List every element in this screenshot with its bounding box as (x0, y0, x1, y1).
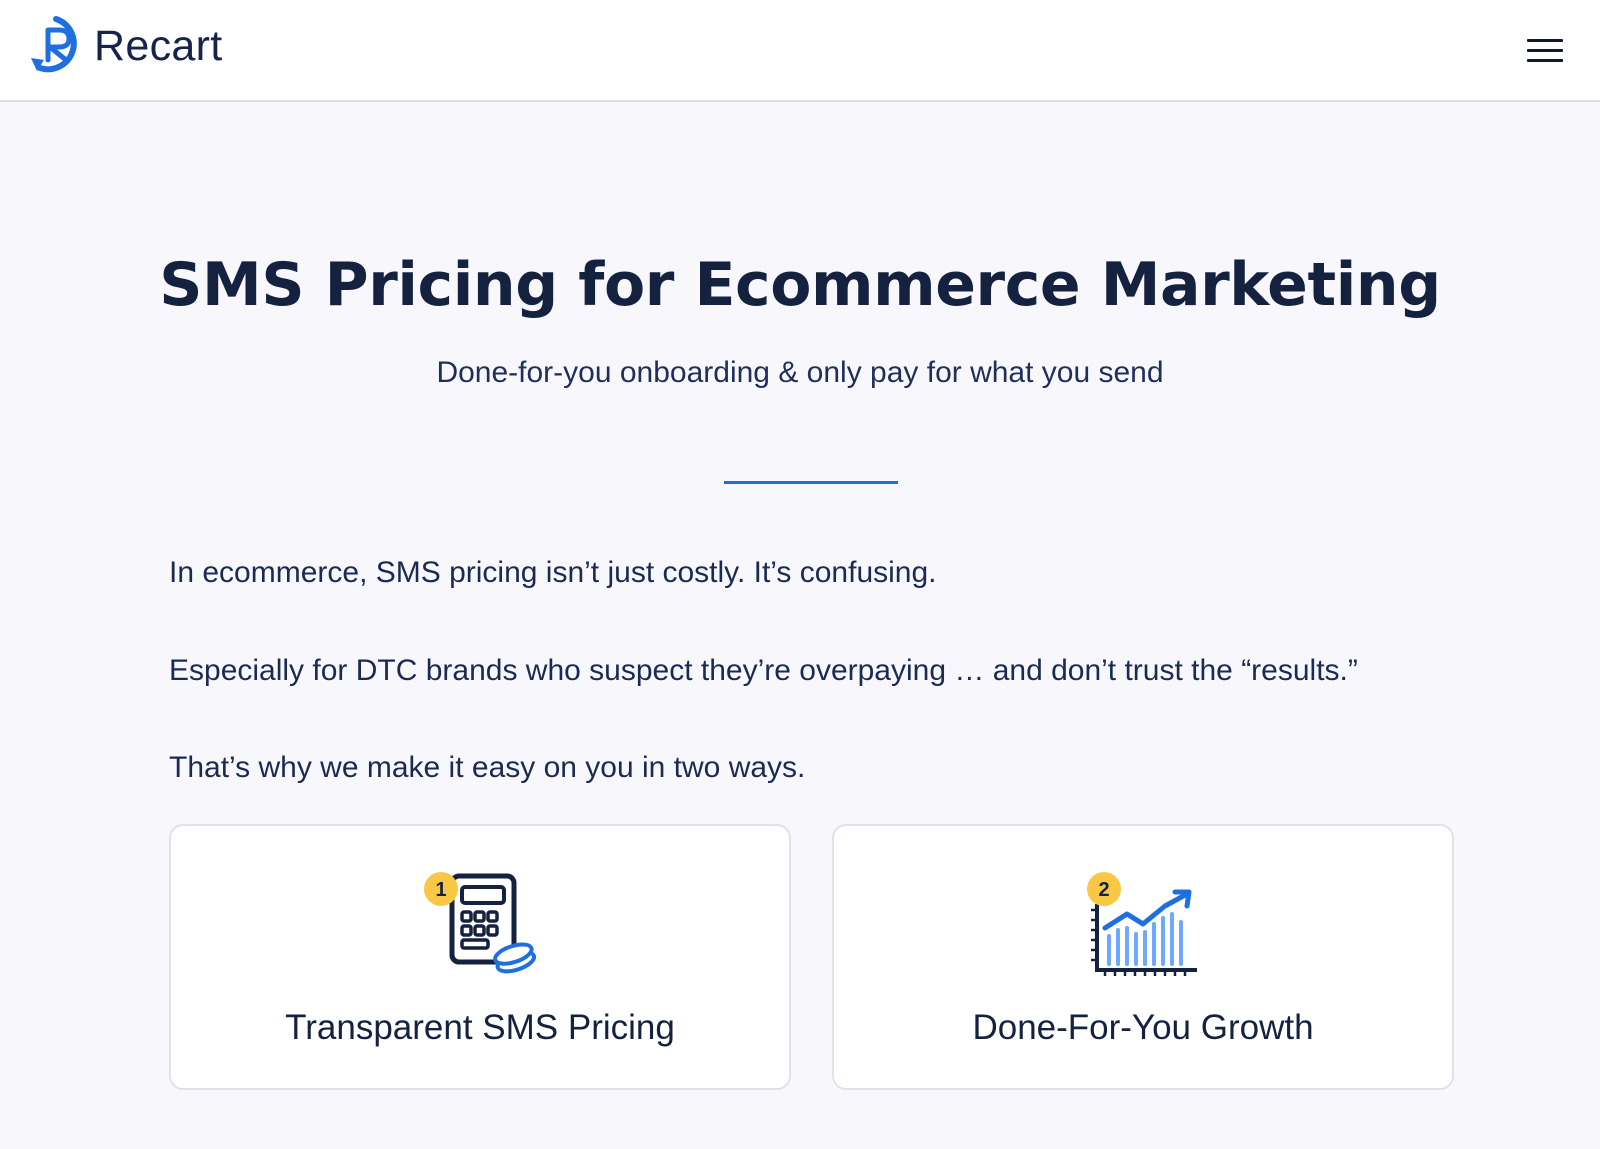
card-badge-1: 1 (435, 879, 446, 901)
card-done-for-you-growth[interactable]: 2 Done-For-You Growth (832, 824, 1454, 1090)
calculator-coins-icon: 1 (424, 872, 537, 974)
section-divider (724, 481, 898, 484)
intro-paragraph-2: Especially for DTC brands who suspect th… (169, 654, 1358, 687)
growth-chart-icon: 2 (1087, 872, 1197, 976)
card-transparent-pricing[interactable]: 1 Transparent SMS Pricing (169, 824, 791, 1090)
card-badge-2: 2 (1098, 879, 1109, 901)
card-label: Done-For-You Growth (972, 1008, 1314, 1047)
site-header: Recart (0, 0, 1600, 102)
card-label: Transparent SMS Pricing (285, 1008, 675, 1047)
intro-paragraph-1: In ecommerce, SMS pricing isn’t just cos… (169, 556, 937, 589)
page-subtitle: Done-for-you onboarding & only pay for w… (436, 356, 1164, 389)
page-title: SMS Pricing for Ecommerce Marketing (159, 250, 1441, 320)
brand-name: Recart (94, 21, 223, 70)
brand-logo[interactable]: Recart (26, 14, 222, 78)
hamburger-menu-icon[interactable] (1526, 34, 1566, 66)
recart-logo-icon (31, 16, 77, 73)
intro-paragraph-3: That’s why we make it easy on you in two… (169, 751, 806, 784)
